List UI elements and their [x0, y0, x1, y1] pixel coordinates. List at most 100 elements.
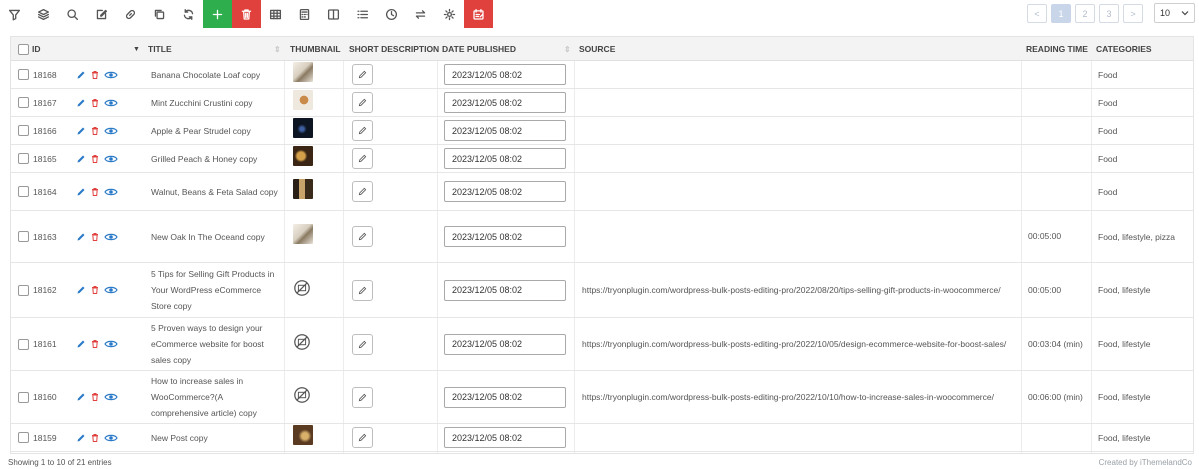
row-checkbox[interactable] — [18, 69, 29, 80]
swap-icon[interactable] — [406, 0, 435, 28]
categories-cell[interactable]: Food — [1098, 145, 1188, 172]
categories-cell[interactable]: Food, lifestyle — [1098, 371, 1188, 423]
gear-icon[interactable] — [435, 0, 464, 28]
title-cell[interactable]: New Oak In The Oceand copy — [151, 211, 279, 262]
reading-time-cell[interactable]: 00:06:00 (min) — [1028, 371, 1088, 423]
thumbnail-image[interactable] — [293, 425, 313, 445]
thumbnail-cell[interactable] — [293, 173, 313, 210]
date-published-input[interactable]: 2023/12/05 08:02 — [444, 148, 566, 169]
table-icon[interactable] — [261, 0, 290, 28]
short-description-edit-button[interactable] — [352, 120, 373, 141]
source-cell[interactable] — [582, 211, 1020, 262]
thumbnail-image[interactable] — [293, 62, 313, 82]
row-checkbox[interactable] — [18, 97, 29, 108]
columns-icon[interactable] — [319, 0, 348, 28]
title-header[interactable]: TITLE — [148, 37, 172, 61]
source-cell[interactable] — [582, 89, 1020, 116]
title-cell[interactable]: New Post copy — [151, 424, 279, 451]
title-cell[interactable]: 5 Proven ways to design your eCommerce w… — [151, 318, 279, 370]
eye-icon[interactable] — [104, 187, 118, 197]
categories-cell[interactable]: Food, lifestyle — [1098, 263, 1188, 317]
reading-time-cell[interactable] — [1028, 117, 1088, 144]
row-checkbox[interactable] — [18, 432, 29, 443]
categories-cell[interactable]: Food, lifestyle, pizza — [1098, 211, 1188, 262]
date-sort-icon[interactable]: ⇕ — [564, 37, 571, 61]
title-cell[interactable]: How to increase sales in WooCommerce?(A … — [151, 371, 279, 423]
trash-icon[interactable] — [90, 126, 100, 136]
short-description-edit-button[interactable] — [352, 181, 373, 202]
source-cell[interactable]: https://tryonplugin.com/wordpress-bulk-p… — [582, 371, 1020, 423]
short-description-edit-button[interactable] — [352, 148, 373, 169]
pencil-icon[interactable] — [76, 126, 86, 136]
eye-icon[interactable] — [104, 285, 118, 295]
trash-icon[interactable] — [90, 98, 100, 108]
id-header[interactable]: ID — [18, 37, 41, 61]
row-checkbox[interactable] — [18, 186, 29, 197]
reading-time-cell[interactable] — [1028, 61, 1088, 88]
source-cell[interactable] — [582, 61, 1020, 88]
eye-icon[interactable] — [104, 232, 118, 242]
date-published-header[interactable]: DATE PUBLISHED — [442, 37, 516, 61]
title-cell[interactable]: Walnut, Beans & Feta Salad copy — [151, 173, 279, 210]
eye-icon[interactable] — [104, 126, 118, 136]
short-description-edit-button[interactable] — [352, 92, 373, 113]
source-cell[interactable]: https://tryonplugin.com/wordpress-bulk-p… — [582, 263, 1020, 317]
row-checkbox[interactable] — [18, 125, 29, 136]
pencil-icon[interactable] — [76, 154, 86, 164]
copy-icon[interactable] — [145, 0, 174, 28]
row-checkbox[interactable] — [18, 284, 29, 296]
short-description-edit-button[interactable] — [352, 386, 373, 408]
pencil-icon[interactable] — [76, 392, 86, 402]
reading-time-cell[interactable]: 00:03:04 (min) — [1028, 318, 1088, 370]
filter-icon[interactable] — [0, 0, 29, 28]
pencil-icon[interactable] — [76, 339, 86, 349]
prev-page-button[interactable]: < — [1027, 4, 1047, 23]
date-published-input[interactable]: 2023/12/05 08:02 — [444, 120, 566, 141]
reading-time-cell[interactable] — [1028, 89, 1088, 116]
categories-cell[interactable]: Food — [1098, 173, 1188, 210]
eye-icon[interactable] — [104, 339, 118, 349]
date-published-input[interactable]: 2023/12/05 08:02 — [444, 427, 566, 448]
thumbnail-cell[interactable] — [293, 89, 313, 116]
thumbnail-cell[interactable] — [293, 117, 313, 144]
trash-icon[interactable] — [232, 0, 261, 28]
id-sort-icon[interactable]: ▼ — [133, 37, 140, 61]
pencil-icon[interactable] — [76, 433, 86, 443]
trash-icon[interactable] — [90, 285, 100, 295]
search-icon[interactable] — [58, 0, 87, 28]
trash-icon[interactable] — [90, 392, 100, 402]
title-cell[interactable]: Apple & Pear Strudel copy — [151, 117, 279, 144]
trash-icon[interactable] — [90, 232, 100, 242]
source-cell[interactable] — [582, 173, 1020, 210]
thumbnail-cell[interactable] — [293, 61, 313, 88]
source-cell[interactable] — [582, 424, 1020, 451]
page-2-button[interactable]: 2 — [1075, 4, 1095, 23]
title-cell[interactable]: Mint Zucchini Crustini copy — [151, 89, 279, 116]
trash-icon[interactable] — [90, 339, 100, 349]
next-page-button[interactable]: > — [1123, 4, 1143, 23]
row-checkbox[interactable] — [18, 391, 29, 403]
edit-icon[interactable] — [87, 0, 116, 28]
reading-time-cell[interactable] — [1028, 145, 1088, 172]
add-icon[interactable] — [203, 0, 232, 28]
thumbnail-image[interactable] — [293, 224, 313, 244]
pencil-icon[interactable] — [76, 187, 86, 197]
thumbnail-image[interactable] — [293, 146, 313, 166]
page-3-button[interactable]: 3 — [1099, 4, 1119, 23]
categories-cell[interactable]: Food, lifestyle — [1098, 318, 1188, 370]
short-description-edit-button[interactable] — [352, 333, 373, 355]
eye-icon[interactable] — [104, 98, 118, 108]
row-checkbox[interactable] — [18, 153, 29, 164]
row-checkbox[interactable] — [18, 338, 29, 350]
thumbnail-cell[interactable] — [293, 318, 311, 370]
date-published-input[interactable]: 2023/12/05 08:02 — [444, 64, 566, 85]
eye-icon[interactable] — [104, 392, 118, 402]
row-checkbox[interactable] — [18, 231, 29, 242]
trash-icon[interactable] — [90, 433, 100, 443]
title-cell[interactable]: Grilled Peach & Honey copy — [151, 145, 279, 172]
categories-cell[interactable]: Food, lifestyle — [1098, 424, 1188, 451]
title-cell[interactable]: Banana Chocolate Loaf copy — [151, 61, 279, 88]
thumbnail-cell[interactable] — [293, 263, 311, 317]
title-cell[interactable]: 5 Tips for Selling Gift Products in Your… — [151, 263, 279, 317]
page-1-button[interactable]: 1 — [1051, 4, 1071, 23]
